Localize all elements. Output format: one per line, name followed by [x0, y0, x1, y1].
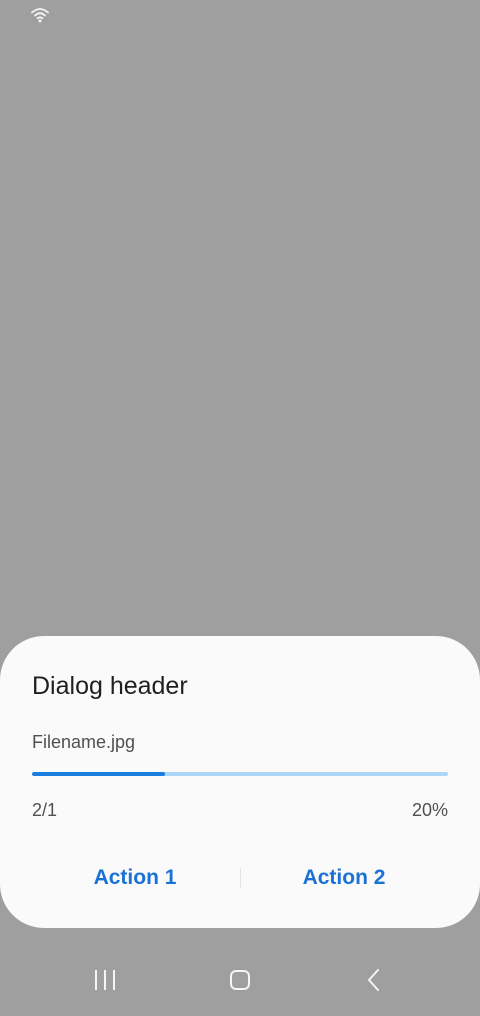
progress-count: 2/1: [32, 800, 58, 820]
home-button[interactable]: [216, 964, 264, 1000]
back-icon: [363, 968, 387, 997]
action-1-button[interactable]: Action 1: [35, 858, 235, 898]
action-2-button[interactable]: Action 2: [244, 858, 444, 898]
status-bar: [0, 0, 480, 30]
back-button[interactable]: [351, 964, 399, 1000]
progress-percent: 20%: [411, 800, 448, 820]
dialog-title: Dialog header: [32, 672, 188, 700]
progress-bar-fill: [32, 772, 166, 776]
recents-button[interactable]: [81, 964, 129, 1000]
progress-bar: [32, 772, 448, 776]
navigation-bar: [0, 952, 480, 1016]
progress-dialog: Dialog header Filename.jpg 2/1 20% Actio…: [0, 636, 480, 928]
recents-icon: [93, 969, 117, 996]
action-divider: [240, 868, 241, 888]
home-icon: [228, 969, 252, 996]
wifi-icon: [30, 6, 50, 24]
filename-label: Filename.jpg: [32, 732, 136, 752]
